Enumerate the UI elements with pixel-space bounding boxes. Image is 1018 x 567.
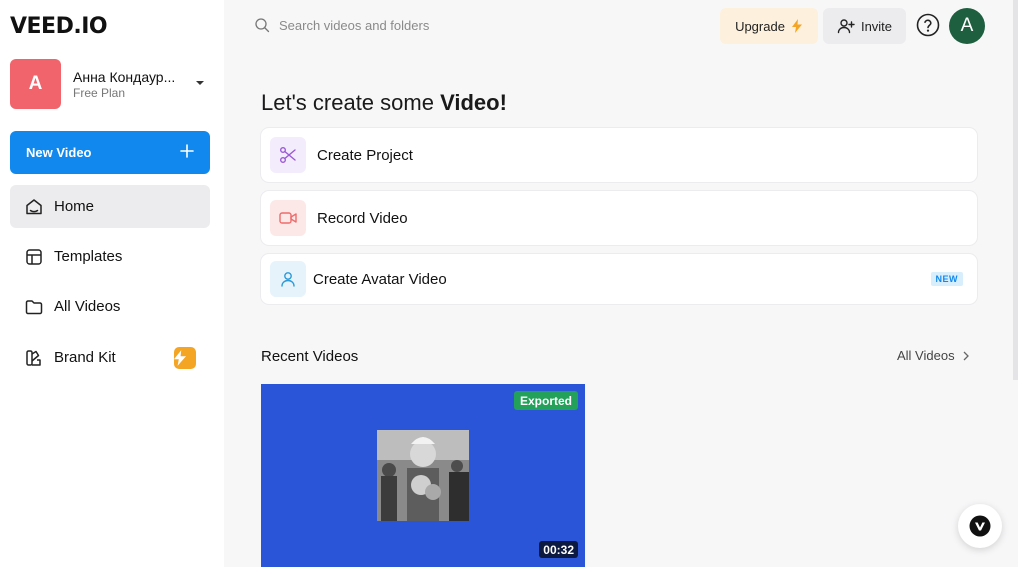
veed-chat-icon xyxy=(969,515,991,537)
scrollbar[interactable] xyxy=(1013,0,1018,380)
video-duration: 00:32 xyxy=(539,541,578,558)
chevron-right-icon xyxy=(963,351,969,360)
support-chat-button[interactable] xyxy=(958,504,1002,548)
veed-logo[interactable]: VEED.IO xyxy=(10,14,108,39)
action-label: Create Avatar Video xyxy=(313,270,447,288)
sidebar: VEED.IO A Анна Кондаур... Free Plan New … xyxy=(0,0,224,567)
sidebar-item-label: Brand Kit xyxy=(54,349,116,366)
record-icon xyxy=(279,212,297,224)
create-project-card[interactable]: Create Project xyxy=(261,128,977,182)
upgrade-label: Upgrade xyxy=(735,18,785,34)
thumbnail-photo xyxy=(377,430,469,521)
home-icon xyxy=(26,198,42,214)
add-user-icon xyxy=(837,19,855,34)
avatar-user-icon xyxy=(281,272,295,287)
new-video-button[interactable]: New Video xyxy=(10,131,210,174)
invite-label: Invite xyxy=(860,18,893,34)
bolt-icon xyxy=(791,19,802,33)
invite-button[interactable]: Invite xyxy=(823,8,906,44)
account-avatar: A xyxy=(10,59,61,109)
templates-icon xyxy=(26,248,42,265)
sidebar-item-templates[interactable]: Templates xyxy=(10,235,210,278)
bolt-icon xyxy=(174,350,186,366)
all-videos-link[interactable]: All Videos xyxy=(897,348,971,363)
avatar-video-icon-wrap xyxy=(270,261,306,297)
search-input[interactable] xyxy=(279,17,539,33)
recent-videos-title: Recent Videos xyxy=(261,348,359,365)
scissors-icon xyxy=(280,147,296,163)
all-videos-label: All Videos xyxy=(897,348,955,363)
page-title: Let's create some Video! xyxy=(261,90,507,116)
folder-icon xyxy=(25,299,43,314)
status-badge: Exported xyxy=(513,391,578,410)
new-badge: NEW xyxy=(930,272,963,286)
new-video-label: New Video xyxy=(26,145,92,160)
video-thumbnail xyxy=(377,430,469,521)
plus-icon xyxy=(180,144,194,158)
account-switcher[interactable]: A Анна Кондаур... Free Plan xyxy=(10,59,210,109)
sidebar-item-all-videos[interactable]: All Videos xyxy=(10,285,210,328)
page-title-bold: Video! xyxy=(440,90,507,115)
sidebar-item-label: Templates xyxy=(54,248,123,265)
account-name: Анна Кондаур... xyxy=(73,69,176,85)
account-plan: Free Plan xyxy=(73,86,126,100)
action-label: Create Project xyxy=(317,146,413,164)
record-video-icon-wrap xyxy=(270,200,306,236)
brand-kit-icon xyxy=(26,349,41,366)
search-icon xyxy=(255,18,270,33)
video-card[interactable]: Exported 00:32 xyxy=(261,384,585,567)
action-label: Record Video xyxy=(317,209,408,227)
sidebar-item-home[interactable]: Home xyxy=(10,185,210,228)
sidebar-item-brand-kit[interactable]: Brand Kit xyxy=(10,336,210,379)
upgrade-button[interactable]: Upgrade xyxy=(720,8,818,44)
create-project-icon-wrap xyxy=(270,137,306,173)
page-title-prefix: Let's create some xyxy=(261,90,441,115)
search-bar xyxy=(254,12,554,38)
create-avatar-video-card[interactable]: Create Avatar Video NEW xyxy=(261,254,977,304)
sidebar-item-label: All Videos xyxy=(54,298,121,315)
user-avatar[interactable]: A xyxy=(949,8,985,44)
help-icon[interactable] xyxy=(916,13,940,37)
upgrade-badge xyxy=(174,347,196,369)
record-video-card[interactable]: Record Video xyxy=(261,191,977,245)
sidebar-item-label: Home xyxy=(54,198,95,215)
caret-down-icon xyxy=(196,81,204,85)
